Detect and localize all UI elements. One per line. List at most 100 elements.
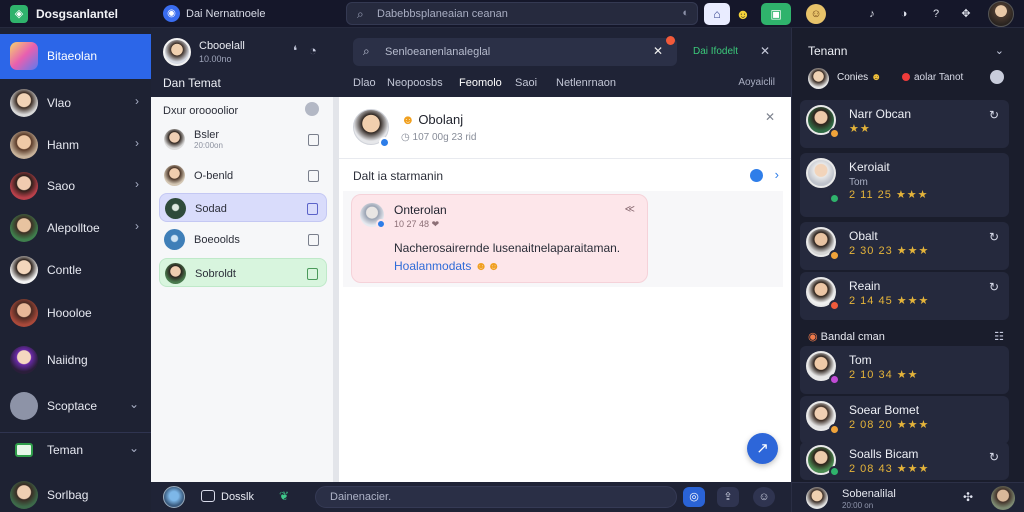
footer-sub: 20:00 on [842, 501, 874, 510]
grid-icon[interactable]: ✥ [956, 4, 976, 24]
close-icon[interactable]: ✕ [765, 110, 775, 124]
chat-search-input[interactable] [385, 44, 645, 60]
contact-name: ☻ Obolanj [401, 112, 463, 127]
compose-button[interactable]: ↗ [747, 433, 778, 464]
refresh-icon[interactable]: ↻ [989, 450, 999, 464]
history-icon[interactable]: ◔ [309, 43, 317, 58]
emoji-picker-icon[interactable]: ☺ [753, 487, 775, 507]
person-card[interactable]: Narr Obcan ★★ ↻ [800, 100, 1009, 148]
checkbox[interactable] [307, 268, 318, 280]
status-dot-icon [750, 169, 763, 182]
person-card[interactable]: Obalt 2 30 23 ★★★ ↻ [800, 222, 1009, 270]
message-input[interactable] [315, 486, 677, 508]
call-icon[interactable]: ❛ [293, 43, 297, 59]
person-card[interactable]: Reain 2 14 45 ★★★ ↻ [800, 272, 1009, 320]
person-card[interactable]: Soear Bomet 2 08 20 ★★★ [800, 396, 1009, 444]
sidebar-item-saoo[interactable]: Saoo › [0, 166, 151, 206]
attachment-icon[interactable] [201, 490, 215, 502]
avatar [10, 214, 38, 242]
sidebar-item-scoptace[interactable]: Scoptace ⌄ [0, 386, 151, 426]
avatar[interactable] [808, 68, 829, 89]
sidebar-item-hanm[interactable]: Hanm › [0, 125, 151, 165]
avatar[interactable] [991, 486, 1015, 510]
chat-row-sodad[interactable]: Sodad [159, 193, 327, 222]
chevron-right-icon[interactable]: › [775, 167, 779, 182]
message-options-icon[interactable]: ≪ [625, 204, 635, 215]
chat-row-sobroldt[interactable]: Sobroldt [159, 258, 327, 287]
video-call-icon[interactable]: ▣ [761, 3, 791, 25]
app-title: Dosgsanlantel [36, 7, 119, 21]
avatar[interactable] [806, 487, 828, 509]
workspace-name[interactable]: Dai Nernatnoele [186, 8, 266, 20]
global-search[interactable]: ⌕ ◐ [346, 2, 698, 25]
avatar [10, 346, 38, 374]
upload-icon[interactable]: ⇪ [717, 487, 739, 507]
emoji-icon[interactable]: ☻ [734, 3, 752, 25]
close-icon[interactable]: ✕ [760, 44, 770, 58]
avatar[interactable] [163, 486, 185, 508]
checkbox[interactable] [308, 234, 319, 246]
refresh-icon[interactable]: ↻ [989, 230, 999, 244]
clear-icon[interactable]: ✕ [653, 44, 663, 58]
refresh-icon[interactable]: ↻ [989, 108, 999, 122]
checkbox[interactable] [307, 203, 318, 215]
tab-feomolo[interactable]: Feomolo [459, 77, 502, 89]
settings-icon[interactable] [990, 70, 1004, 84]
sidebar-item-bitaeolan[interactable]: Bitaeolan [0, 34, 151, 79]
avatar[interactable] [163, 38, 191, 66]
person-card[interactable]: Tom 2 10 34 ★★ [800, 346, 1009, 394]
message-link[interactable]: Hoalanmodats ☻☻ [394, 259, 500, 273]
composer-button-label[interactable]: Dosslk [221, 491, 254, 503]
avatar [10, 131, 38, 159]
section-icon: ◉ [808, 331, 818, 343]
person-card[interactable]: Soalls Bicam 2 08 43 ★★★ ↻ [800, 442, 1009, 480]
profile-icon[interactable]: ☺ [806, 4, 826, 24]
chat-row-obenld[interactable]: O-benld [159, 161, 327, 190]
app-logo-icon[interactable]: ◈ [10, 5, 28, 23]
puzzle-icon[interactable]: ✣ [963, 490, 973, 504]
tab-neopoosbs[interactable]: Neopoosbs [387, 77, 443, 89]
avatar [10, 481, 38, 509]
sidebar-item-alepolltoe[interactable]: Alepolltoe › [0, 208, 151, 248]
checkbox[interactable] [308, 170, 319, 182]
sidebar-item-vlao[interactable]: Vlao › [0, 83, 151, 123]
chevron-down-icon[interactable]: ⌄ [995, 44, 1004, 57]
chat-row-boeoolds[interactable]: Boeoolds [159, 225, 327, 254]
microphone-icon[interactable]: ◐ [682, 7, 689, 19]
account-avatar[interactable] [988, 1, 1014, 27]
sidebar-item-sorlbag[interactable]: Sorlbag [0, 475, 151, 512]
emoji-icon: ☻ [401, 112, 415, 127]
tab-netlenrnaon[interactable]: Netlenrnaon [556, 77, 616, 89]
global-search-input[interactable] [377, 6, 667, 22]
notification-badge [666, 36, 675, 45]
chat-search[interactable]: ⌕ ✕ [353, 36, 677, 66]
theme-icon[interactable]: ◑ [894, 4, 914, 24]
menu-icon[interactable]: ☷ [994, 330, 1004, 343]
checkbox[interactable] [308, 134, 319, 146]
sidebar-item-contle[interactable]: Contle [0, 250, 151, 290]
filter-icon[interactable] [305, 102, 319, 116]
tab-saoi[interactable]: Saoi [515, 77, 537, 89]
person-card[interactable]: Keroiait Tom 2 11 25 ★★★ [800, 153, 1009, 217]
sidebar-item-naiidng[interactable]: Naiidng [0, 340, 151, 380]
tabs-right-link[interactable]: Aoyaiclil [738, 77, 775, 88]
record-icon[interactable]: ◎ [683, 487, 705, 507]
workspace-icon[interactable]: ◉ [163, 5, 180, 22]
message-bubble[interactable]: Onterolan 10 27 48 ❤ ≪ Nacherosairernde … [351, 194, 648, 283]
chat-row-bsler[interactable]: Bsler 20:00on [159, 125, 327, 154]
my-label-text: Conies [837, 72, 869, 83]
sidebar-item-teman[interactable]: Teman ⌄ [0, 430, 151, 470]
verified-badge-icon [376, 219, 386, 229]
tab-dlao[interactable]: Dlao [353, 77, 376, 89]
notification-icon[interactable]: ♪ [862, 4, 882, 24]
home-icon[interactable]: ⌂ [704, 3, 730, 25]
rating-stars: 2 14 45 ★★★ [849, 295, 930, 307]
sidebar-item-hoooloe[interactable]: Hoooloe [0, 293, 151, 333]
status-badge [829, 300, 840, 311]
leaf-icon[interactable]: ❦ [279, 489, 289, 503]
refresh-icon[interactable]: ↻ [989, 280, 999, 294]
help-icon[interactable]: ? [926, 4, 946, 24]
details-link[interactable]: Dai Ifodelt [693, 46, 738, 57]
sidebar-item-label: Contle [47, 263, 82, 277]
status-badge [829, 374, 840, 385]
